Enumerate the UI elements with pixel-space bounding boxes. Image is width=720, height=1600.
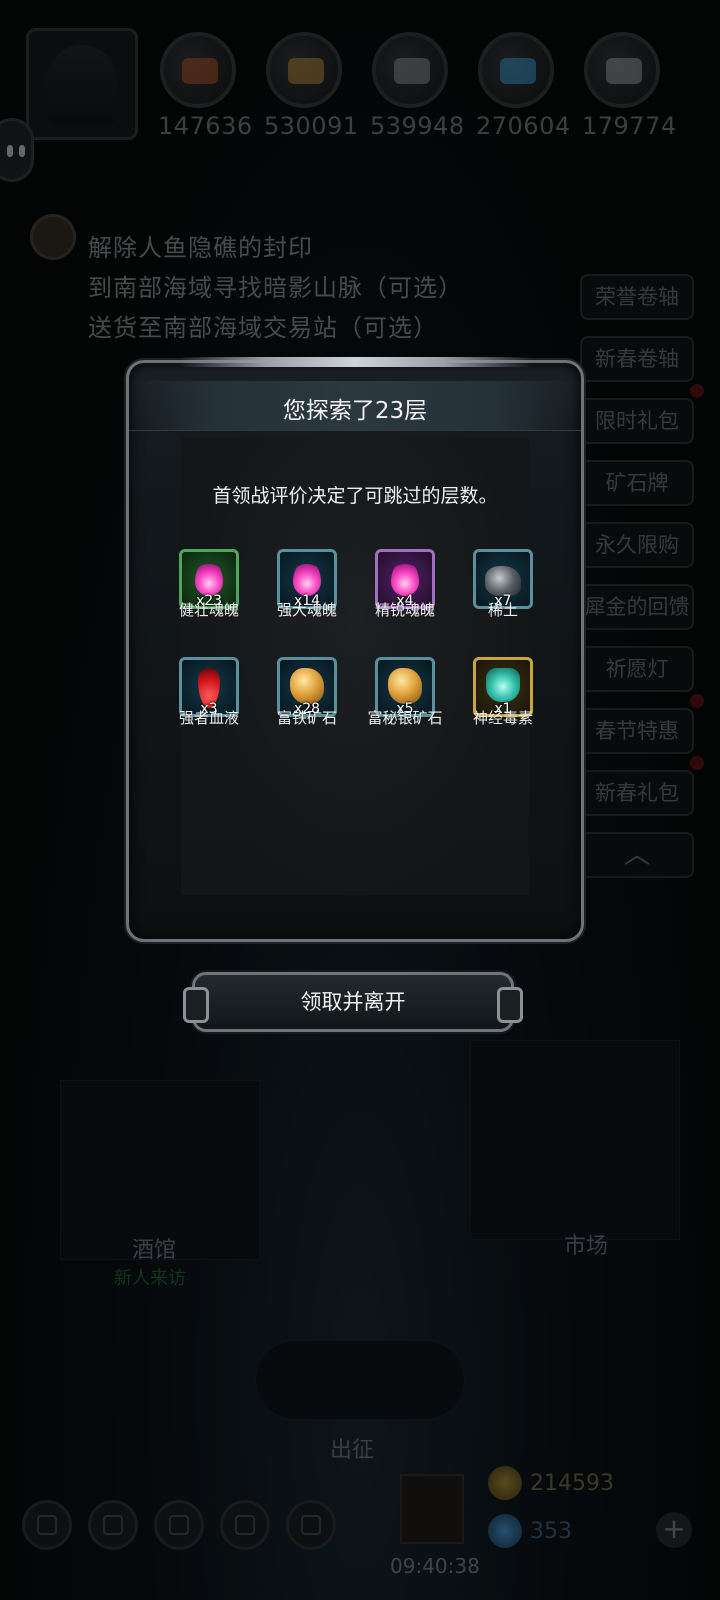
item-name: 稀土 bbox=[487, 601, 518, 619]
item-name: 强者血液 bbox=[178, 709, 239, 727]
reward-item[interactable]: x7 稀土 bbox=[455, 549, 551, 620]
exploration-result-dialog: 您探索了23层 首领战评价决定了可跳过的层数。 x23 健壮魂魄 x14 强大魂… bbox=[126, 357, 584, 942]
item-name: 神经毒素 bbox=[472, 709, 533, 727]
reward-item[interactable]: x3 强者血液 bbox=[161, 657, 257, 728]
item-name: 健壮魂魄 bbox=[178, 601, 239, 619]
soul-orb-icon bbox=[195, 560, 223, 596]
neurotoxin-icon bbox=[486, 668, 520, 702]
soul-orb-icon bbox=[293, 560, 321, 596]
dialog-title: 您探索了23层 bbox=[282, 398, 428, 424]
mithril-ore-icon bbox=[388, 668, 422, 704]
rare-earth-icon bbox=[485, 566, 521, 596]
reward-item[interactable]: x1 神经毒素 bbox=[455, 657, 551, 728]
item-name: 强大魂魄 bbox=[276, 601, 337, 619]
reward-item[interactable]: x28 富铁矿石 bbox=[259, 657, 355, 728]
iron-ore-icon bbox=[290, 668, 324, 704]
item-name: 富秘银矿石 bbox=[367, 709, 443, 727]
item-name: 精锐魂魄 bbox=[374, 601, 435, 619]
soul-orb-icon bbox=[391, 560, 419, 596]
reward-item[interactable]: x5 富秘银矿石 bbox=[357, 657, 453, 728]
reward-item[interactable]: x23 健壮魂魄 bbox=[161, 549, 257, 620]
item-name: 富铁矿石 bbox=[276, 709, 337, 727]
dialog-description: 首领战评价决定了可跳过的层数。 bbox=[212, 485, 498, 507]
reward-item[interactable]: x14 强大魂魄 bbox=[259, 549, 355, 620]
claim-and-leave-button[interactable]: 领取并离开 bbox=[183, 972, 523, 1032]
reward-item[interactable]: x4 精锐魂魄 bbox=[357, 549, 453, 620]
